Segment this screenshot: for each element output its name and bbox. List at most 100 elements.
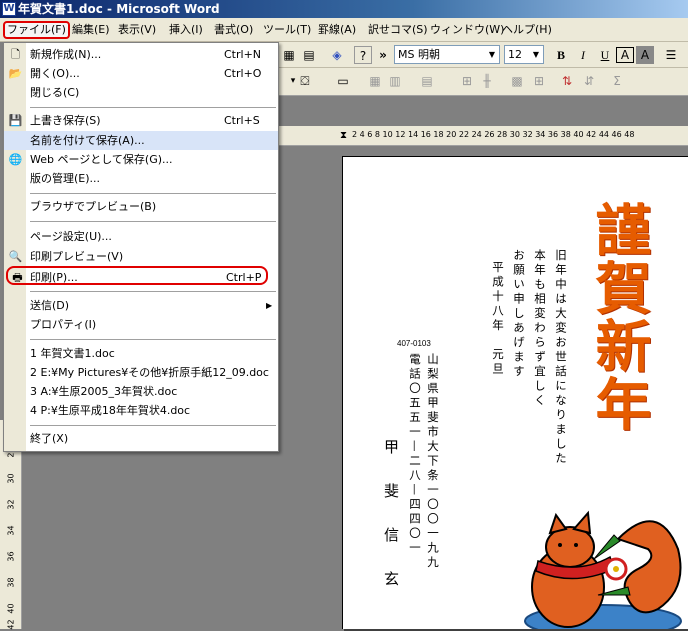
word-app-icon: W — [2, 2, 16, 16]
char-border-button[interactable]: A — [616, 47, 634, 63]
new-year-title: 謹賀新年 — [586, 201, 652, 433]
menu-item-properties[interactable]: プロパティ(I) — [4, 315, 278, 334]
save-disk-icon: 💾 — [8, 114, 23, 127]
menu-separator — [30, 193, 276, 194]
table-autoformat-icon[interactable]: ▩ — [508, 72, 526, 90]
align-cell-icon[interactable]: ▤ — [418, 72, 436, 90]
menu-insert[interactable]: 挿入(I) — [167, 21, 205, 39]
menu-view[interactable]: 表示(V) — [116, 21, 158, 39]
menu-item-print[interactable]: 🖶 印刷(P)... Ctrl+P — [6, 266, 268, 285]
menu-item-recent-4[interactable]: 4 P:¥生原平成18年年賀状4.doc — [4, 401, 278, 420]
ruler-number: 32 — [6, 499, 16, 510]
menu-item-label: 新規作成(N)... — [30, 48, 102, 61]
sender-phone: 電話〇五五一—二八—四四〇一 — [408, 353, 422, 556]
greeting-line: お願い申しあげます — [512, 249, 526, 380]
open-folder-icon: 📂 — [8, 67, 23, 80]
drawing-icon[interactable]: ◈ — [328, 46, 346, 64]
font-size-value: 12 — [508, 48, 522, 61]
menu-separator — [30, 291, 276, 292]
menu-item-send-to[interactable]: 送信(D) ▶ — [4, 296, 278, 315]
menu-bar: ファイル(F) 編集(E) 表示(V) 挿入(I) 書式(O) ツール(T) 罫… — [0, 18, 688, 42]
menu-format[interactable]: 書式(O) — [212, 21, 255, 39]
menu-translate[interactable]: 訳せコマ(S) — [366, 21, 430, 39]
sender-name-char: 玄 — [382, 571, 400, 586]
menu-item-shortcut: Ctrl+S — [224, 114, 260, 127]
indent-marker-icon[interactable]: ⧗ — [340, 128, 348, 144]
menu-item-label: 終了(X) — [30, 432, 69, 445]
chevron-down-icon: ▼ — [532, 50, 540, 59]
menu-help[interactable]: ヘルプ(H) — [500, 21, 554, 39]
menu-item-recent-2[interactable]: 2 E:¥My Pictures¥その他¥折原手紙12_09.doc — [4, 363, 278, 382]
printer-icon: 🖶 — [12, 271, 23, 284]
distribute-rows-icon[interactable]: ⊞ — [458, 72, 476, 90]
greeting-line: 本年も相変わらず宜しく — [533, 249, 547, 409]
menu-separator — [30, 221, 276, 222]
font-name-select[interactable]: MS 明朝 ▼ — [394, 45, 500, 64]
autosum-button[interactable]: Σ — [608, 72, 626, 90]
menu-item-recent-3[interactable]: 3 A:¥生原2005_3年賀状.doc — [4, 382, 278, 401]
bold-button[interactable]: B — [552, 46, 570, 64]
fill-color-icon[interactable]: ⛋ — [296, 72, 314, 90]
char-shade-button[interactable]: A — [636, 46, 654, 64]
ruler-number: 36 — [6, 551, 16, 562]
menu-item-exit[interactable]: 終了(X) — [4, 429, 278, 448]
more-buttons-icon[interactable]: » — [374, 46, 392, 64]
menu-item-shortcut: Ctrl+N — [224, 48, 262, 61]
help-icon[interactable]: ? — [354, 46, 372, 64]
menu-separator — [30, 339, 276, 340]
menu-item-label: 版の管理(E)... — [30, 172, 101, 185]
menu-edit[interactable]: 編集(E) — [70, 21, 112, 39]
menu-item-label: 2 E:¥My Pictures¥その他¥折原手紙12_09.doc — [30, 366, 269, 379]
insert-table-icon[interactable]: ⊞ — [530, 72, 548, 90]
postal-code: 407-0103 — [397, 339, 431, 348]
table-icon[interactable]: ▤ — [300, 46, 318, 64]
underline-button[interactable]: U — [596, 46, 614, 64]
sort-icon[interactable]: ⇅ — [558, 72, 576, 90]
title-bar: W 年賀文書1.doc - Microsoft Word — [0, 0, 688, 18]
border-icon[interactable]: ▭ — [334, 72, 352, 90]
merge-cells-icon[interactable]: ▦ — [366, 72, 384, 90]
split-cells-icon[interactable]: ▥ — [386, 72, 404, 90]
menu-item-save-as-web[interactable]: 🌐 Web ページとして保存(G)... — [4, 150, 278, 169]
ruler-number: 34 — [6, 525, 16, 536]
menu-item-label: 送信(D) — [30, 299, 70, 312]
italic-button[interactable]: I — [574, 46, 592, 64]
menu-item-browser-preview[interactable]: ブラウザでプレビュー(B) — [4, 197, 278, 216]
menu-item-label: ブラウザでプレビュー(B) — [30, 200, 157, 213]
sort-desc-icon[interactable]: ⇵ — [580, 72, 598, 90]
columns-icon[interactable]: ▦ — [280, 46, 298, 64]
sender-name-char: 甲 — [382, 439, 400, 454]
menu-item-label: 名前を付けて保存(A)... — [30, 134, 145, 147]
dog-illustration — [524, 510, 682, 629]
formatting-toolbar: ▦ ▤ ◈ ? » MS 明朝 ▼ 12 ▼ B I U A A ☰ — [278, 42, 688, 68]
menu-separator — [30, 425, 276, 426]
menu-window[interactable]: ウィンドウ(W) — [428, 21, 506, 39]
horizontal-ruler[interactable]: ⧗ 2 4 6 8 10 12 14 16 18 20 22 24 26 28 … — [278, 126, 688, 146]
menu-separator — [30, 107, 276, 108]
menu-item-save[interactable]: 💾 上書き保存(S) Ctrl+S — [4, 111, 278, 130]
sender-name-char: 信 — [382, 527, 400, 542]
document-page[interactable]: 謹賀新年 旧年中は大変お世話になりました 本年も相変わらず宜しく お願い申しあげ… — [342, 156, 688, 629]
date-line: 平成十八年 元旦 — [491, 261, 505, 377]
menu-tools[interactable]: ツール(T) — [261, 21, 313, 39]
menu-item-open[interactable]: 📂 開く(O)... Ctrl+O — [4, 64, 278, 83]
ruler-number: 38 — [6, 577, 16, 588]
font-size-select[interactable]: 12 ▼ — [504, 45, 544, 64]
save-web-icon: 🌐 — [8, 153, 23, 166]
menu-item-save-as[interactable]: 名前を付けて保存(A)... — [4, 131, 278, 150]
align-left-icon[interactable]: ☰ — [662, 46, 680, 64]
menu-item-versions[interactable]: 版の管理(E)... — [4, 169, 278, 188]
window-title: 年賀文書1.doc - Microsoft Word — [18, 2, 220, 16]
menu-item-new[interactable]: 🗋 新規作成(N)... Ctrl+N — [4, 45, 278, 64]
menu-item-label: ページ設定(U)... — [30, 230, 112, 243]
menu-item-page-setup[interactable]: ページ設定(U)... — [4, 227, 278, 246]
distribute-columns-icon[interactable]: ╫ — [478, 72, 496, 90]
menu-table[interactable]: 罫線(A) — [316, 21, 358, 39]
new-document-icon: 🗋 — [11, 48, 20, 61]
menu-item-label: 印刷(P)... — [30, 271, 78, 284]
menu-item-label: 開く(O)... — [30, 67, 80, 80]
menu-item-close[interactable]: 閉じる(C) — [4, 83, 278, 102]
menu-item-recent-1[interactable]: 1 年賀文書1.doc — [4, 344, 278, 363]
menu-item-print-preview[interactable]: 🔍 印刷プレビュー(V) — [4, 247, 278, 266]
menu-file[interactable]: ファイル(F) — [3, 21, 70, 39]
